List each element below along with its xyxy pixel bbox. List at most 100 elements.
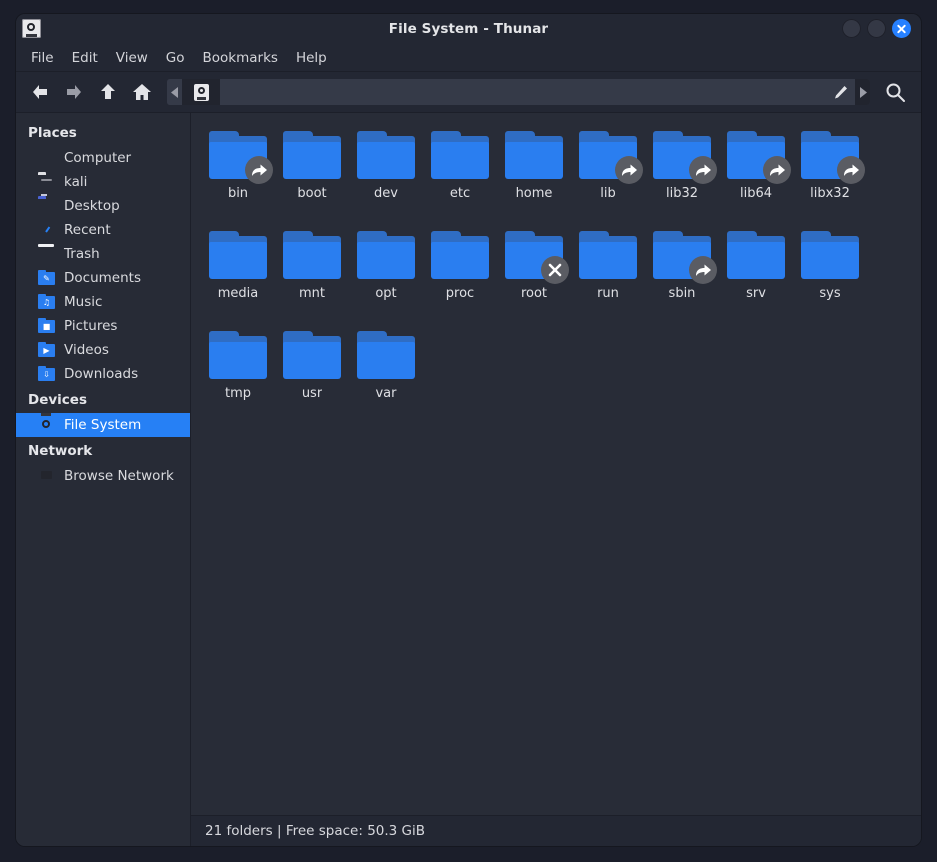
network-icon [38,468,55,485]
back-arrow-icon[interactable] [24,77,56,107]
file-item[interactable]: boot [275,127,349,227]
file-item[interactable]: sys [793,227,867,327]
file-item[interactable]: tmp [201,327,275,427]
path-crumb-filesystem[interactable] [182,79,220,105]
sidebar-item-label: Documents [64,270,141,286]
sidebar-item-recent[interactable]: Recent [16,218,190,242]
file-item[interactable]: dev [349,127,423,227]
search-icon[interactable] [879,77,911,107]
home-icon[interactable] [126,77,158,107]
symlink-emblem-icon [689,156,717,184]
up-arrow-icon[interactable] [92,77,124,107]
menu-help[interactable]: Help [287,48,336,68]
sidebar-item-computer[interactable]: Computer [16,146,190,170]
sidebar-item-label: Music [64,294,103,310]
file-item[interactable]: lib64 [719,127,793,227]
file-item[interactable]: sbin [645,227,719,327]
menu-bookmarks[interactable]: Bookmarks [194,48,287,68]
file-item-label: media [217,287,259,301]
sidebar-item-desktop[interactable]: Desktop [16,194,190,218]
sidebar-item-file-system[interactable]: File System [16,413,190,437]
file-item[interactable]: home [497,127,571,227]
home-folder-icon [38,174,55,191]
sidebar-item-downloads[interactable]: ⇩ Downloads [16,362,190,386]
symlink-emblem-icon [245,156,273,184]
file-item[interactable]: libx32 [793,127,867,227]
file-item[interactable]: mnt [275,227,349,327]
file-item-label: srv [746,287,766,301]
trash-icon [38,246,55,263]
sidebar-item-label: Downloads [64,366,139,382]
sidebar-item-kali[interactable]: kali [16,170,190,194]
toolbar [16,72,921,112]
content-area: bin boot dev etc home lib lib32 lib64 libx32 medi… [190,113,921,846]
file-item[interactable]: bin [201,127,275,227]
file-item-label: lib64 [739,187,773,201]
minimize-button[interactable] [842,19,861,38]
sidebar-item-documents[interactable]: ✎ Documents [16,266,190,290]
folder-icon [207,229,269,281]
file-item-label: lib32 [665,187,699,201]
sidebar-item-browse-network[interactable]: Browse Network [16,464,190,488]
folder-icon [355,129,417,181]
sidebar-item-label: Videos [64,342,109,358]
file-item[interactable]: usr [275,327,349,427]
folder-icon [799,129,865,184]
file-item-label: var [375,387,397,401]
close-button[interactable] [892,19,911,38]
window-title: File System - Thunar [388,21,549,37]
file-icon-view[interactable]: bin boot dev etc home lib lib32 lib64 libx32 medi… [191,113,921,815]
chevron-right-icon[interactable] [855,79,870,105]
folder-icon [799,229,861,281]
menu-view[interactable]: View [107,48,157,68]
file-item-label: mnt [299,287,325,301]
menu-file[interactable]: File [22,48,63,68]
documents-icon: ✎ [38,269,55,287]
file-item[interactable]: opt [349,227,423,327]
forward-arrow-icon[interactable] [58,77,90,107]
sidebar-item-label: Desktop [64,198,120,214]
symlink-emblem-icon [763,156,791,184]
folder-icon [281,229,343,281]
sidebar-section-devices: Devices [28,392,87,408]
path-input[interactable] [220,79,825,105]
file-item[interactable]: media [201,227,275,327]
file-item-label: lib [600,187,616,201]
sidebar-section-network: Network [28,443,93,459]
file-item[interactable]: lib [571,127,645,227]
folder-icon [355,329,417,381]
folder-icon [207,129,273,184]
folder-icon [577,129,643,184]
desktop-icon [38,198,55,215]
hard-drive-icon [22,19,41,38]
path-bar[interactable] [167,79,870,105]
file-item-label: proc [445,287,475,301]
sidebar-item-label: Pictures [64,318,118,334]
maximize-button[interactable] [867,19,886,38]
statusbar: 21 folders | Free space: 50.3 GiB [191,815,921,846]
chevron-left-icon[interactable] [167,79,182,105]
sidebar-item-label: File System [64,417,142,433]
file-item[interactable]: var [349,327,423,427]
sidebar-item-videos[interactable]: ▶ Videos [16,338,190,362]
hard-drive-icon [193,83,209,101]
folder-icon [725,229,787,281]
menu-edit[interactable]: Edit [63,48,107,68]
file-item[interactable]: root [497,227,571,327]
sidebar-section-places: Places [28,125,77,141]
file-item-label: opt [375,287,397,301]
sidebar-item-trash[interactable]: Trash [16,242,190,266]
file-item[interactable]: lib32 [645,127,719,227]
file-item[interactable]: proc [423,227,497,327]
file-item[interactable]: run [571,227,645,327]
sidebar-item-label: kali [64,174,88,190]
sidebar-item-pictures[interactable]: ■ Pictures [16,314,190,338]
folder-icon [651,229,717,284]
pencil-icon[interactable] [825,79,855,105]
menu-go[interactable]: Go [157,48,194,68]
sidebar-item-music[interactable]: ♫ Music [16,290,190,314]
sidebar-item-label: Browse Network [64,468,174,484]
file-item[interactable]: etc [423,127,497,227]
file-item[interactable]: srv [719,227,793,327]
status-text: 21 folders | Free space: 50.3 GiB [205,823,426,839]
